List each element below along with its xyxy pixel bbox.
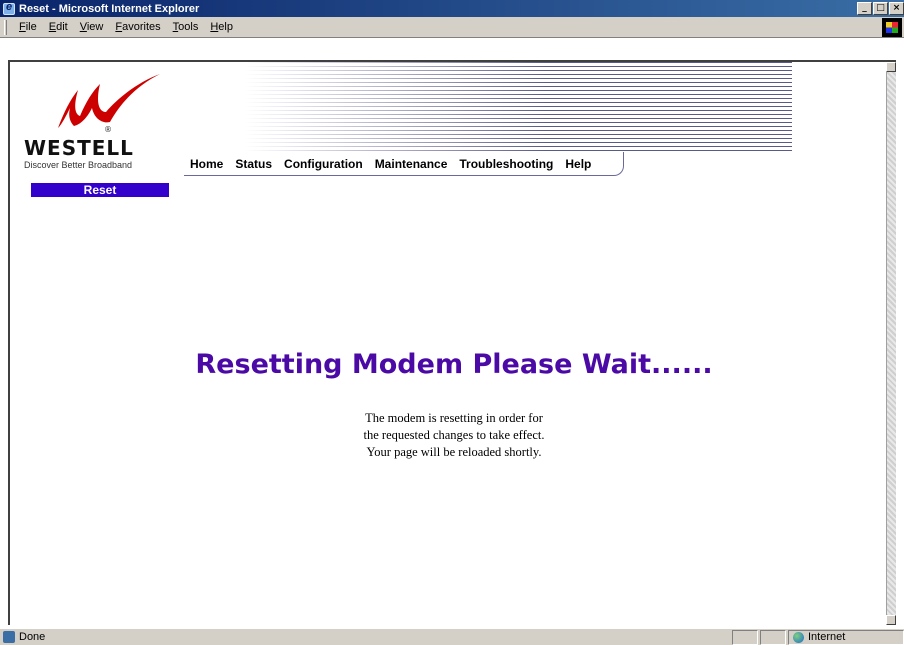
registered-mark: ® xyxy=(104,125,112,134)
message-line: the requested changes to take effect. xyxy=(363,428,545,442)
maximize-button[interactable]: □ xyxy=(873,2,888,15)
westell-swoosh-icon: ® xyxy=(58,74,160,134)
westell-logo: ® WESTELL Discover Better Broadband xyxy=(24,72,174,182)
security-zone: Internet xyxy=(788,629,904,645)
nav-configuration[interactable]: Configuration xyxy=(278,157,369,171)
zone-label: Internet xyxy=(808,631,846,643)
status-pane xyxy=(732,629,758,645)
menu-edit[interactable]: Edit xyxy=(43,21,74,33)
message-line: The modem is resetting in order for xyxy=(365,411,543,425)
reset-message: The modem is resetting in order for the … xyxy=(10,410,896,461)
main-nav: Home Status Configuration Maintenance Tr… xyxy=(184,152,624,176)
globe-icon xyxy=(793,631,804,643)
scroll-down-arrow[interactable] xyxy=(886,615,896,625)
status-pane xyxy=(760,629,786,645)
toolbar-grip[interactable] xyxy=(4,19,7,35)
vertical-scrollbar[interactable] xyxy=(886,62,896,625)
ie-icon xyxy=(3,1,15,15)
page-done-icon xyxy=(3,631,15,643)
window-titlebar: Reset - Microsoft Internet Explorer _ □ … xyxy=(0,0,904,17)
menu-help[interactable]: Help xyxy=(204,21,239,33)
status-text: Done xyxy=(19,631,46,643)
page-headline: Resetting Modem Please Wait...... xyxy=(195,349,713,380)
window-title: Reset - Microsoft Internet Explorer xyxy=(19,2,200,15)
nav-home[interactable]: Home xyxy=(184,157,229,171)
menu-favorites[interactable]: Favorites xyxy=(109,21,166,33)
nav-help[interactable]: Help xyxy=(559,157,597,171)
window-controls: _ □ × xyxy=(857,2,904,15)
windows-logo-icon xyxy=(882,18,902,37)
browser-viewport: ® WESTELL Discover Better Broadband Home… xyxy=(8,60,896,625)
menu-bar: File Edit View Favorites Tools Help xyxy=(0,17,904,38)
nav-troubleshooting[interactable]: Troubleshooting xyxy=(453,157,559,171)
menu-tools[interactable]: Tools xyxy=(167,21,205,33)
brand-name: WESTELL xyxy=(24,136,134,160)
brand-tagline: Discover Better Broadband xyxy=(24,160,133,170)
status-bar: Done Internet xyxy=(0,628,904,645)
nav-status[interactable]: Status xyxy=(229,157,278,171)
scroll-up-arrow[interactable] xyxy=(886,62,896,72)
message-line: Your page will be reloaded shortly. xyxy=(366,445,542,459)
close-button[interactable]: × xyxy=(889,2,904,15)
nav-maintenance[interactable]: Maintenance xyxy=(369,157,454,171)
menu-file[interactable]: File xyxy=(13,21,43,33)
menu-view[interactable]: View xyxy=(74,21,110,33)
minimize-button[interactable]: _ xyxy=(857,2,872,15)
section-tab-reset: Reset xyxy=(31,183,169,197)
header-stripes xyxy=(245,62,792,154)
